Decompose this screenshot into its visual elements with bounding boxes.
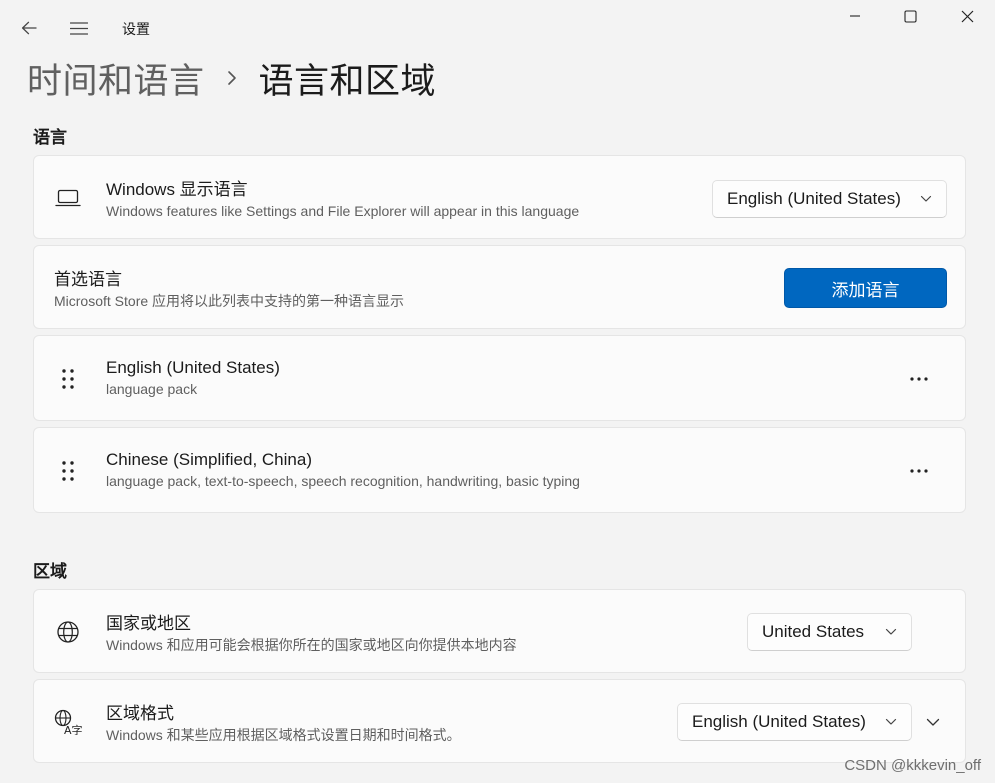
close-icon[interactable] xyxy=(944,4,990,28)
hamburger-menu-icon[interactable] xyxy=(64,14,94,42)
preferred-languages-title: 首选语言 xyxy=(54,270,122,289)
display-language-card: Windows 显示语言 Windows features like Setti… xyxy=(33,155,966,239)
back-arrow-icon[interactable] xyxy=(14,14,44,42)
more-options-icon[interactable] xyxy=(907,461,931,481)
expand-chevron-icon[interactable] xyxy=(919,708,947,736)
country-region-subtitle: Windows 和应用可能会根据你所在的国家或地区向你提供本地内容 xyxy=(106,637,517,653)
maximize-icon[interactable] xyxy=(887,4,933,28)
chevron-down-icon xyxy=(885,628,897,636)
display-language-dropdown[interactable]: English (United States) xyxy=(712,180,947,218)
display-language-subtitle: Windows features like Settings and File … xyxy=(106,203,580,219)
preferred-languages-card: 首选语言 Microsoft Store 应用将以此列表中支持的第一种语言显示 … xyxy=(33,245,966,329)
breadcrumb: 时间和语言 语言和区域 xyxy=(27,54,436,102)
country-region-title: 国家或地区 xyxy=(106,614,191,633)
minimize-icon[interactable] xyxy=(832,4,878,28)
watermark: CSDN @kkkevin_off xyxy=(844,757,981,774)
section-title-language: 语言 xyxy=(33,128,67,147)
breadcrumb-parent[interactable]: 时间和语言 xyxy=(27,53,205,104)
regional-format-subtitle: Windows 和某些应用根据区域格式设置日期和时间格式。 xyxy=(106,727,461,743)
country-region-value: United States xyxy=(762,622,865,641)
regional-format-title: 区域格式 xyxy=(106,704,174,723)
laptop-icon xyxy=(54,184,82,212)
language-name: Chinese (Simplified, China) xyxy=(106,450,312,469)
svg-text:A字: A字 xyxy=(64,723,82,735)
language-name: English (United States) xyxy=(106,358,280,377)
add-language-button[interactable]: 添加语言 xyxy=(784,268,947,308)
country-region-dropdown[interactable]: United States xyxy=(747,613,912,651)
preferred-languages-subtitle: Microsoft Store 应用将以此列表中支持的第一种语言显示 xyxy=(54,293,405,309)
regional-format-dropdown[interactable]: English (United States) xyxy=(677,703,912,741)
chevron-right-icon xyxy=(227,70,237,86)
chevron-down-icon xyxy=(920,195,932,203)
language-features: language pack, text-to-speech, speech re… xyxy=(106,473,580,489)
more-options-icon[interactable] xyxy=(907,369,931,389)
language-item-chinese[interactable]: Chinese (Simplified, China) language pac… xyxy=(33,427,966,513)
regional-format-card[interactable]: A字 区域格式 Windows 和某些应用根据区域格式设置日期和时间格式。 En… xyxy=(33,679,966,763)
globe-icon xyxy=(54,618,82,646)
display-language-value: English (United States) xyxy=(727,189,901,208)
page-title: 语言和区域 xyxy=(258,61,437,101)
chevron-down-icon xyxy=(885,718,897,726)
regional-format-value: English (United States) xyxy=(692,712,866,731)
app-title: 设置 xyxy=(122,21,150,37)
title-bar: 设置 xyxy=(0,0,995,54)
regional-format-icon: A字 xyxy=(54,708,82,736)
display-language-title: Windows 显示语言 xyxy=(106,180,248,199)
drag-handle-icon[interactable] xyxy=(54,457,82,485)
section-title-region: 区域 xyxy=(33,562,67,581)
language-features: language pack xyxy=(106,381,198,397)
country-region-card: 国家或地区 Windows 和应用可能会根据你所在的国家或地区向你提供本地内容 … xyxy=(33,589,966,673)
drag-handle-icon[interactable] xyxy=(54,365,82,393)
language-item-english[interactable]: English (United States) language pack xyxy=(33,335,966,421)
